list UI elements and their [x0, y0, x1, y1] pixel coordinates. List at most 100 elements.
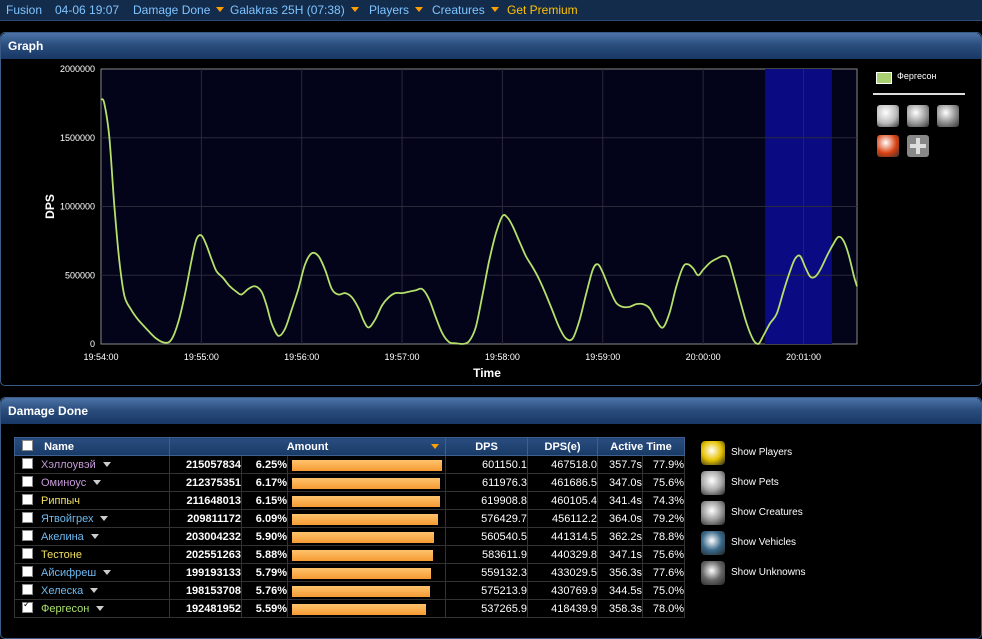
dpse-value: 418439.9 [527, 599, 599, 618]
active-time-value: 364.0s [597, 509, 644, 528]
select-all-checkbox[interactable] [22, 440, 33, 451]
amount-header-label: Amount [286, 440, 329, 453]
table-row[interactable]: Тестоне 202551263 5.88% 583611.9 440329.8 347… [14, 545, 686, 564]
amount-value: 212375351 [169, 473, 242, 492]
skull-filter-icon[interactable] [907, 105, 929, 127]
amount-value: 215057834 [169, 455, 242, 474]
dps-value: 619908.8 [445, 491, 529, 510]
player-name[interactable]: Хэллоувэй [41, 459, 96, 471]
row-checkbox[interactable] [22, 584, 33, 595]
active-time-percent: 75.6% [642, 545, 686, 564]
table-row[interactable]: Айсифреш 199193133 5.79% 559132.3 433029.5 35… [14, 563, 686, 582]
player-name-cell: Оминоус [14, 473, 170, 492]
chevron-down-icon[interactable] [93, 480, 102, 485]
y-tick-label: 2000000 [60, 64, 95, 74]
player-name[interactable]: Хелеска [41, 585, 83, 597]
x-tick-label: 19:58:00 [485, 352, 520, 362]
chevron-down-icon[interactable] [96, 606, 105, 611]
dpse-value: 430769.9 [527, 581, 599, 600]
row-checkbox[interactable] [22, 458, 33, 469]
table-row[interactable]: Акелина 203004232 5.90% 560540.5 441314.5 362… [14, 527, 686, 546]
amount-bar-cell [286, 509, 447, 528]
active-time-percent: 79.2% [642, 509, 686, 528]
y-tick-label: 500000 [65, 270, 95, 280]
name-column-header[interactable]: Name [14, 437, 170, 456]
player-name[interactable]: Риппыч [41, 495, 80, 507]
chevron-down-icon[interactable] [103, 570, 112, 575]
fire-filter-icon[interactable] [877, 135, 899, 157]
row-checkbox[interactable] [22, 530, 33, 541]
amount-bar-cell [286, 581, 447, 600]
chevron-down-icon[interactable] [102, 462, 111, 467]
player-name[interactable]: Айсифреш [41, 567, 96, 579]
active-time-column-header[interactable]: Active Time [597, 437, 686, 456]
player-name[interactable]: Тестоне [41, 549, 82, 561]
amount-bar [292, 513, 438, 525]
pets-filter-icon[interactable] [877, 105, 899, 127]
amount-value: 198153708 [169, 581, 242, 600]
legend-swatch[interactable] [876, 72, 892, 84]
show-item-creatures[interactable]: Show Creatures [701, 501, 861, 525]
x-tick-label: 20:01:00 [786, 352, 821, 362]
creatures-icon [701, 501, 725, 525]
dpse-value: 440329.8 [527, 545, 599, 564]
show-item-label: Show Unknowns [731, 567, 806, 578]
x-tick-label: 19:57:00 [385, 352, 420, 362]
show-item-pets[interactable]: Show Pets [701, 471, 861, 495]
dps-value: 576429.7 [445, 509, 529, 528]
row-checkbox[interactable] [22, 512, 33, 523]
player-name[interactable]: Ятвойгрех [41, 513, 93, 525]
player-name[interactable]: Оминоус [41, 477, 86, 489]
row-checkbox[interactable] [22, 601, 33, 613]
show-item-unknowns[interactable]: Show Unknowns [701, 561, 861, 585]
amount-bar [292, 495, 440, 507]
table-row[interactable]: Ятвойгрех 209811172 6.09% 576429.7 456112.2 3… [14, 509, 686, 528]
amount-percent: 5.79% [241, 563, 288, 582]
amount-column-header[interactable]: Amount [168, 437, 447, 456]
dps-column-header[interactable]: DPS [445, 437, 529, 456]
active-time-value: 347.1s [597, 545, 644, 564]
table-row[interactable]: Фергесон 1924819525.59% 537265.9418439.935… [14, 599, 686, 618]
dps-header-label: DPS [475, 440, 498, 453]
show-item-vehicles[interactable]: Show Vehicles [701, 531, 861, 555]
show-item-players[interactable]: Show Players [701, 441, 861, 465]
chevron-down-icon[interactable] [100, 516, 109, 521]
row-checkbox[interactable] [22, 494, 33, 505]
creature-filter-icon[interactable] [937, 105, 959, 127]
amount-bar-cell [286, 527, 447, 546]
dps-value: 601150.1 [445, 455, 529, 474]
dps-value: 537265.9 [445, 599, 529, 618]
table-row[interactable]: Оминоус 212375351 6.17% 611976.3 461686.5 347… [14, 473, 686, 492]
amount-bar-cell [286, 599, 447, 618]
chevron-down-icon[interactable] [90, 588, 99, 593]
amount-bar [292, 603, 426, 615]
x-tick-label: 19:55:00 [184, 352, 219, 362]
player-name[interactable]: Фергесон [41, 603, 89, 615]
dps-chart[interactable]: 0 500000 1000000 1500000 2000000 19:54:00 19:5… [0, 0, 982, 390]
active-time-value: 358.3s [597, 599, 644, 618]
dpse-column-header[interactable]: DPS(e) [527, 437, 599, 456]
players-icon [701, 441, 725, 465]
dps-value: 575213.9 [445, 581, 529, 600]
player-name[interactable]: Акелина [41, 531, 84, 543]
amount-value: 192481952 [169, 599, 242, 618]
table-row[interactable]: Хэллоувэй 215057834 6.25% 601150.1 467518.0 3… [14, 455, 686, 474]
x-tick-label: 20:00:00 [686, 352, 721, 362]
amount-percent: 5.59% [241, 599, 288, 618]
table-row[interactable]: Риппыч 211648013 6.15% 619908.8 460105.4 341.… [14, 491, 686, 510]
add-filter-icon[interactable] [907, 135, 929, 157]
row-checkbox[interactable] [22, 476, 33, 487]
player-name-cell: Хелеска [14, 581, 170, 600]
show-item-label: Show Players [731, 447, 793, 458]
active-time-percent: 75.6% [642, 473, 686, 492]
damage-panel-title: Damage Done [8, 404, 89, 418]
active-time-value: 341.4s [597, 491, 644, 510]
chevron-down-icon[interactable] [90, 534, 99, 539]
dps-value: 583611.9 [445, 545, 529, 564]
y-tick-label: 1500000 [60, 133, 95, 143]
amount-bar-cell [286, 545, 447, 564]
row-checkbox[interactable] [22, 566, 33, 577]
row-checkbox[interactable] [22, 548, 33, 559]
table-row[interactable]: Хелеска 198153708 5.76% 575213.9 430769.9 344… [14, 581, 686, 600]
amount-bar [292, 477, 440, 489]
